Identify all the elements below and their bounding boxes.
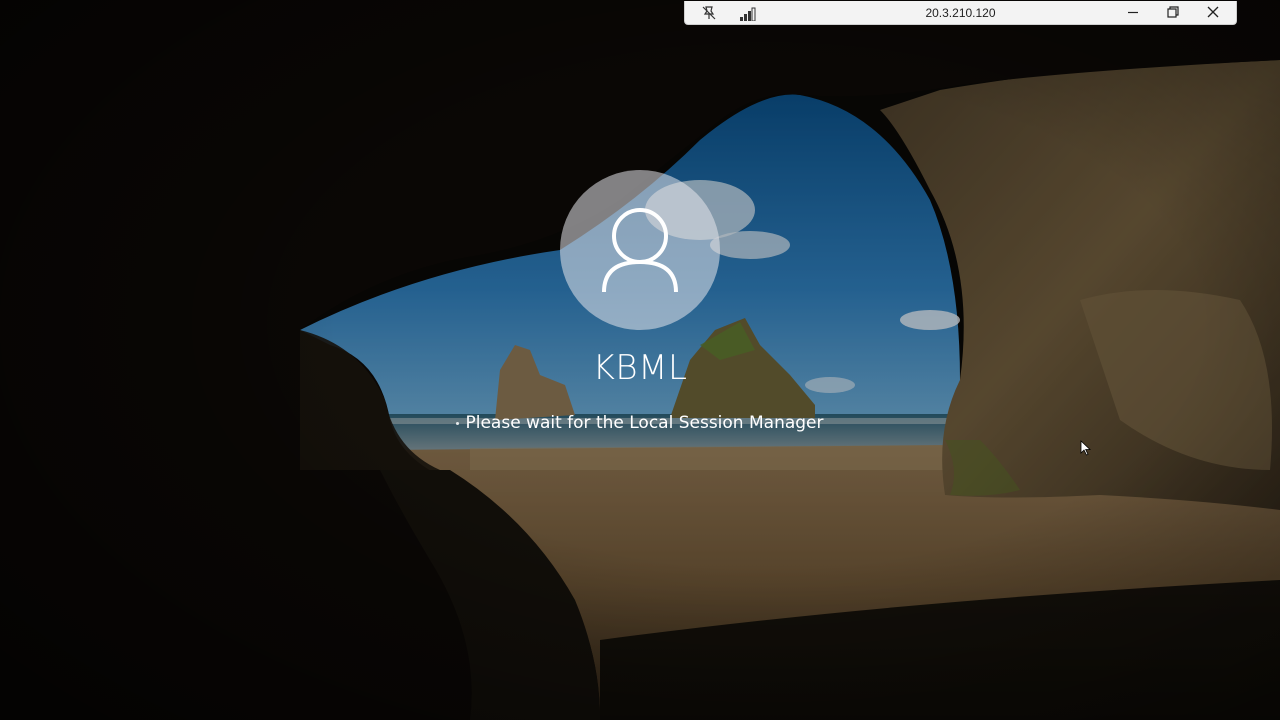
remote-desktop-screen: 20.3.210.120 KBML Please wait for the Lo… xyxy=(0,0,1280,720)
remote-host-address: 20.3.210.120 xyxy=(925,6,996,20)
minimize-button[interactable] xyxy=(1115,3,1151,23)
session-status-text: Please wait for the Local Session Manage… xyxy=(465,413,824,433)
username-label: KBML xyxy=(592,348,688,388)
minimize-icon xyxy=(1128,11,1138,14)
restore-button[interactable] xyxy=(1155,3,1191,23)
mouse-cursor-icon xyxy=(1080,440,1092,456)
restore-icon xyxy=(1167,6,1179,18)
user-avatar xyxy=(560,170,720,330)
progress-dot-icon xyxy=(456,421,460,425)
user-icon xyxy=(602,208,678,293)
close-icon xyxy=(1207,6,1219,18)
session-status: Please wait for the Local Session Manage… xyxy=(390,411,890,435)
close-button[interactable] xyxy=(1195,3,1231,23)
remote-connection-bar: 20.3.210.120 xyxy=(684,1,1237,25)
